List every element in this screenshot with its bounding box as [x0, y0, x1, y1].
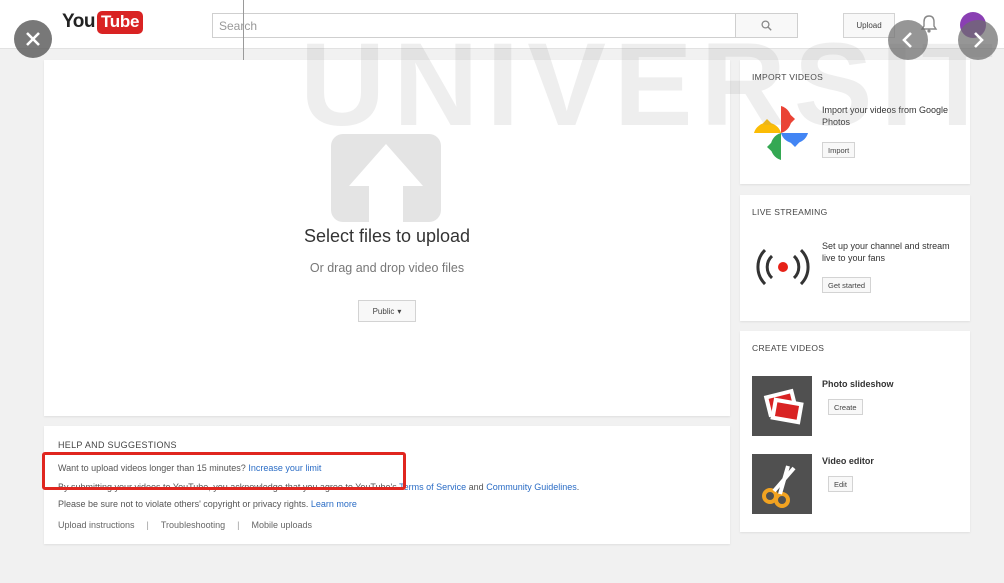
- live-desc: Set up your channel and stream live to y…: [822, 241, 950, 264]
- close-button[interactable]: [14, 20, 52, 58]
- separator: |: [146, 520, 149, 530]
- mobile-uploads-link[interactable]: Mobile uploads: [251, 520, 312, 530]
- upload-arrow-icon[interactable]: [331, 134, 441, 230]
- search-icon: [761, 20, 772, 31]
- live-streaming-card: LIVE STREAMING Set up your channel and s…: [740, 195, 970, 321]
- upload-panel: Select files to upload Or drag and drop …: [44, 60, 730, 416]
- rights-text: Please be sure not to violate others' co…: [58, 499, 309, 509]
- close-icon: [26, 32, 40, 46]
- import-desc: Import your videos from Google Photos: [822, 105, 949, 128]
- chevron-right-icon: [974, 32, 984, 48]
- previous-button[interactable]: [888, 20, 928, 60]
- privacy-dropdown[interactable]: Public ▾: [358, 300, 416, 322]
- learn-more-link[interactable]: Learn more: [311, 499, 357, 509]
- community-guidelines-link[interactable]: Community Guidelines: [486, 482, 577, 492]
- select-files-title[interactable]: Select files to upload: [44, 226, 730, 247]
- import-videos-card: IMPORT VIDEOS Import your videos from Go…: [740, 60, 970, 184]
- help-links: Upload instructions | Troubleshooting | …: [58, 520, 312, 530]
- get-started-button[interactable]: Get started: [822, 277, 872, 293]
- terms-suffix: .: [576, 482, 580, 492]
- help-heading: HELP AND SUGGESTIONS: [58, 440, 177, 450]
- troubleshooting-link[interactable]: Troubleshooting: [161, 520, 225, 530]
- create-slideshow-button[interactable]: Create: [828, 399, 863, 415]
- separator: |: [237, 520, 240, 530]
- highlight-annotation-box: [42, 452, 406, 490]
- upload-instructions-link[interactable]: Upload instructions: [58, 520, 135, 530]
- photo-slideshow-thumbnail[interactable]: [752, 376, 812, 436]
- caret-down-icon: ▾: [397, 306, 402, 316]
- create-videos-card: CREATE VIDEOS Photo slideshow Create Vid…: [740, 331, 970, 532]
- photo-slideshow-label: Photo slideshow: [822, 379, 894, 389]
- photo-slideshow-icon: [763, 388, 804, 425]
- video-editor-label: Video editor: [822, 456, 874, 466]
- privacy-value: Public: [372, 306, 395, 316]
- next-button[interactable]: [958, 20, 998, 60]
- youtube-logo[interactable]: You Tube: [62, 9, 144, 35]
- terms-of-service-link[interactable]: Terms of Service: [399, 482, 466, 492]
- import-button[interactable]: Import: [822, 142, 856, 158]
- import-videos-title: IMPORT VIDEOS: [752, 72, 824, 82]
- terms-and-text: and: [468, 482, 484, 492]
- edit-video-button[interactable]: Edit: [828, 476, 853, 492]
- live-streaming-title: LIVE STREAMING: [752, 207, 828, 217]
- search-input[interactable]: Search: [212, 13, 736, 38]
- chevron-left-icon: [902, 32, 912, 48]
- live-broadcast-icon: [756, 248, 810, 286]
- logo-tube-text: Tube: [96, 10, 144, 34]
- video-editor-thumbnail[interactable]: [752, 454, 812, 514]
- rights-line: Please be sure not to violate others' co…: [58, 499, 357, 509]
- create-videos-title: CREATE VIDEOS: [752, 343, 825, 353]
- google-photos-icon: [754, 106, 808, 160]
- upload-button[interactable]: Upload: [843, 13, 895, 38]
- drag-drop-text: Or drag and drop video files: [309, 261, 465, 275]
- scissors-icon: [762, 465, 796, 508]
- masthead: You Tube Search Upload: [0, 0, 1004, 49]
- logo-you-text: You: [62, 11, 95, 32]
- search-button[interactable]: [736, 13, 798, 38]
